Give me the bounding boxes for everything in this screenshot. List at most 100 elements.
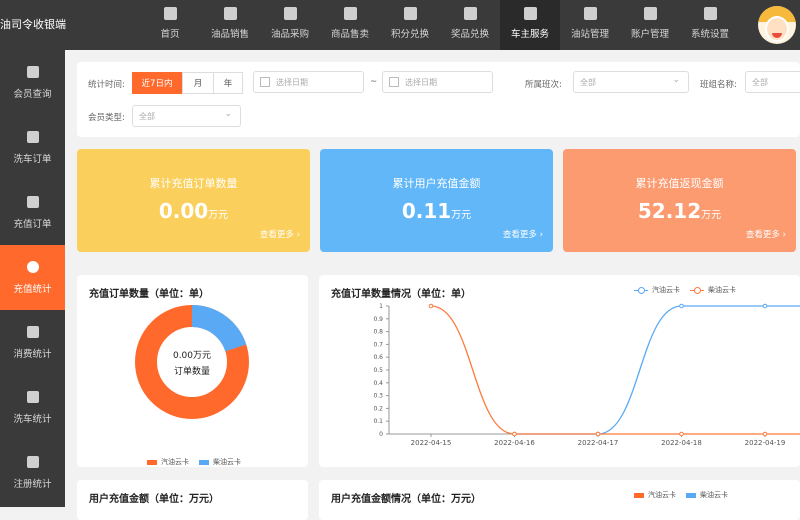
member-type-value: 全部: [139, 111, 155, 122]
series-line-gasoline: [515, 306, 800, 434]
time-option-7days[interactable]: 近7日内: [132, 72, 182, 94]
sidebar-item-label: 洗车统计: [13, 411, 51, 425]
legend-label: 柴油云卡: [213, 457, 241, 467]
view-more-link[interactable]: 查看更多 ›: [503, 228, 543, 240]
y-tick-label: 0: [379, 431, 383, 438]
card-value-wrap: 52.12万元: [563, 199, 796, 223]
legend-item[interactable]: 柴油云卡: [686, 490, 728, 500]
time-option-month[interactable]: 月: [182, 72, 214, 94]
sidebar-item-label: 充值统计: [13, 281, 51, 295]
shop-bag-icon: [344, 7, 357, 20]
view-more-link[interactable]: 查看更多 ›: [260, 228, 300, 240]
shift-select-value: 全部: [580, 77, 596, 88]
donut-chart: 0.00万元 订单数量: [77, 275, 308, 467]
card-value-wrap: 0.00万元: [77, 199, 310, 223]
view-more-link[interactable]: 查看更多 ›: [746, 228, 786, 240]
chevron-right-icon: ›: [297, 230, 300, 240]
member-type-select[interactable]: 全部 ⌄: [132, 105, 241, 127]
line-chart: 00.10.20.30.40.50.60.70.80.912022-04-152…: [319, 275, 800, 467]
nav-home[interactable]: 首页: [140, 0, 200, 50]
card-user-recharge-amount: 累计用户充值金额 0.11万元 查看更多 ›: [320, 149, 553, 252]
team-filter-label: 班组名称:: [700, 78, 737, 90]
y-tick-label: 0.6: [373, 354, 383, 361]
x-tick-label: 2022-04-19: [745, 439, 786, 447]
fuel-sale-icon: [224, 7, 237, 20]
nav-owner-service[interactable]: 车主服务: [500, 0, 560, 50]
card-unit: 万元: [208, 210, 228, 221]
home-icon: [164, 7, 177, 20]
chevron-down-icon: ⌄: [224, 109, 232, 119]
card-value: 0.00: [159, 199, 208, 223]
series-line-diesel: [431, 306, 800, 434]
team-select[interactable]: 全部: [745, 71, 800, 93]
yuan-icon: [27, 196, 39, 208]
end-date-input[interactable]: 选择日期: [382, 71, 493, 93]
sidebar-item-label: 洗车订单: [13, 151, 51, 165]
sidebar-item-wash-orders[interactable]: 洗车订单: [0, 115, 65, 180]
nav-label: 系统设置: [691, 26, 729, 40]
date-range-separator: ~: [370, 77, 377, 87]
nav-goods-sale[interactable]: 商品售卖: [320, 0, 380, 50]
app-logo[interactable]: 油司令收银端: [0, 16, 66, 32]
card-title: 累计用户充值金额: [320, 175, 553, 191]
donut-legend: 汽油云卡 柴油云卡: [147, 457, 251, 467]
user-avatar[interactable]: [758, 6, 796, 44]
nav-account-manage[interactable]: 账户管理: [620, 0, 680, 50]
y-tick-label: 0.1: [373, 418, 383, 425]
legend-label: 汽油云卡: [648, 490, 676, 500]
nav-label: 车主服务: [511, 26, 549, 40]
x-tick-label: 2022-04-15: [411, 439, 452, 447]
nav-label: 奖品兑换: [451, 26, 489, 40]
purchase-icon: [284, 7, 297, 20]
user-add-icon: [27, 456, 39, 468]
sidebar-item-recharge-stats[interactable]: 充值统计: [0, 245, 65, 310]
car-wash-icon: [27, 391, 39, 403]
card-unit: 万元: [451, 210, 471, 221]
start-date-input[interactable]: 选择日期: [253, 71, 364, 93]
x-tick-label: 2022-04-17: [578, 439, 619, 447]
chevron-right-icon: ›: [783, 230, 786, 240]
recharge-amount-trend-title: 用户充值金额情况（单位：万元）: [331, 490, 481, 505]
x-tick-label: 2022-04-18: [661, 439, 702, 447]
nav-label: 商品售卖: [331, 26, 369, 40]
data-point: [429, 304, 433, 308]
card-value: 52.12: [638, 199, 701, 223]
nav-station-manage[interactable]: 油站管理: [560, 0, 620, 50]
legend-item[interactable]: 汽油云卡: [634, 490, 676, 500]
nav-fuel-sales[interactable]: 油品销售: [200, 0, 260, 50]
recharge-amount-trend-panel: 用户充值金额情况（单位：万元） 汽油云卡 柴油云卡: [319, 480, 800, 520]
y-tick-label: 0.3: [373, 393, 383, 400]
nav-prize-exchange[interactable]: 奖品兑换: [440, 0, 500, 50]
nav-system-settings[interactable]: 系统设置: [680, 0, 740, 50]
sidebar-item-wash-stats[interactable]: 洗车统计: [0, 375, 65, 440]
line-panel: 充值订单数量情况（单位：单） 汽油云卡 柴油云卡 00.10.20.30.40.…: [319, 275, 800, 467]
shift-select[interactable]: 全部 ⌄: [573, 71, 689, 93]
view-more-label: 查看更多: [503, 230, 537, 240]
sidebar-item-register-stats[interactable]: 注册统计: [0, 440, 65, 505]
nav-points-exchange[interactable]: 积分兑换: [380, 0, 440, 50]
car-icon: [27, 326, 39, 338]
legend-item[interactable]: 汽油云卡: [147, 457, 189, 467]
nav-fuel-purchase[interactable]: 油品采购: [260, 0, 320, 50]
y-tick-label: 0.2: [373, 405, 383, 412]
chevron-down-icon: ⌄: [672, 75, 680, 85]
sidebar-item-member-query[interactable]: 会员查询: [0, 50, 65, 115]
y-tick-label: 1: [379, 303, 383, 310]
car-icon: [524, 7, 537, 20]
x-tick-label: 2022-04-16: [494, 439, 535, 447]
gift-icon: [464, 7, 477, 20]
sidebar-item-recharge-orders[interactable]: 充值订单: [0, 180, 65, 245]
legend-swatch: [686, 493, 696, 498]
donut-panel: 充值订单数量（单位：单） 0.00万元 订单数量 汽油云卡 柴油云卡: [77, 275, 308, 467]
legend-item[interactable]: 柴油云卡: [199, 457, 241, 467]
time-option-year[interactable]: 年: [213, 72, 243, 94]
team-select-value: 全部: [752, 77, 768, 88]
card-value: 0.11: [402, 199, 451, 223]
sidebar-item-consume-stats[interactable]: 消费统计: [0, 310, 65, 375]
logo-text: 油司令收银端: [0, 18, 66, 31]
legend-label: 汽油云卡: [161, 457, 189, 467]
data-point: [680, 432, 684, 436]
nav-label: 积分兑换: [391, 26, 429, 40]
order-list-icon: [27, 131, 39, 143]
legend-swatch: [199, 460, 209, 465]
